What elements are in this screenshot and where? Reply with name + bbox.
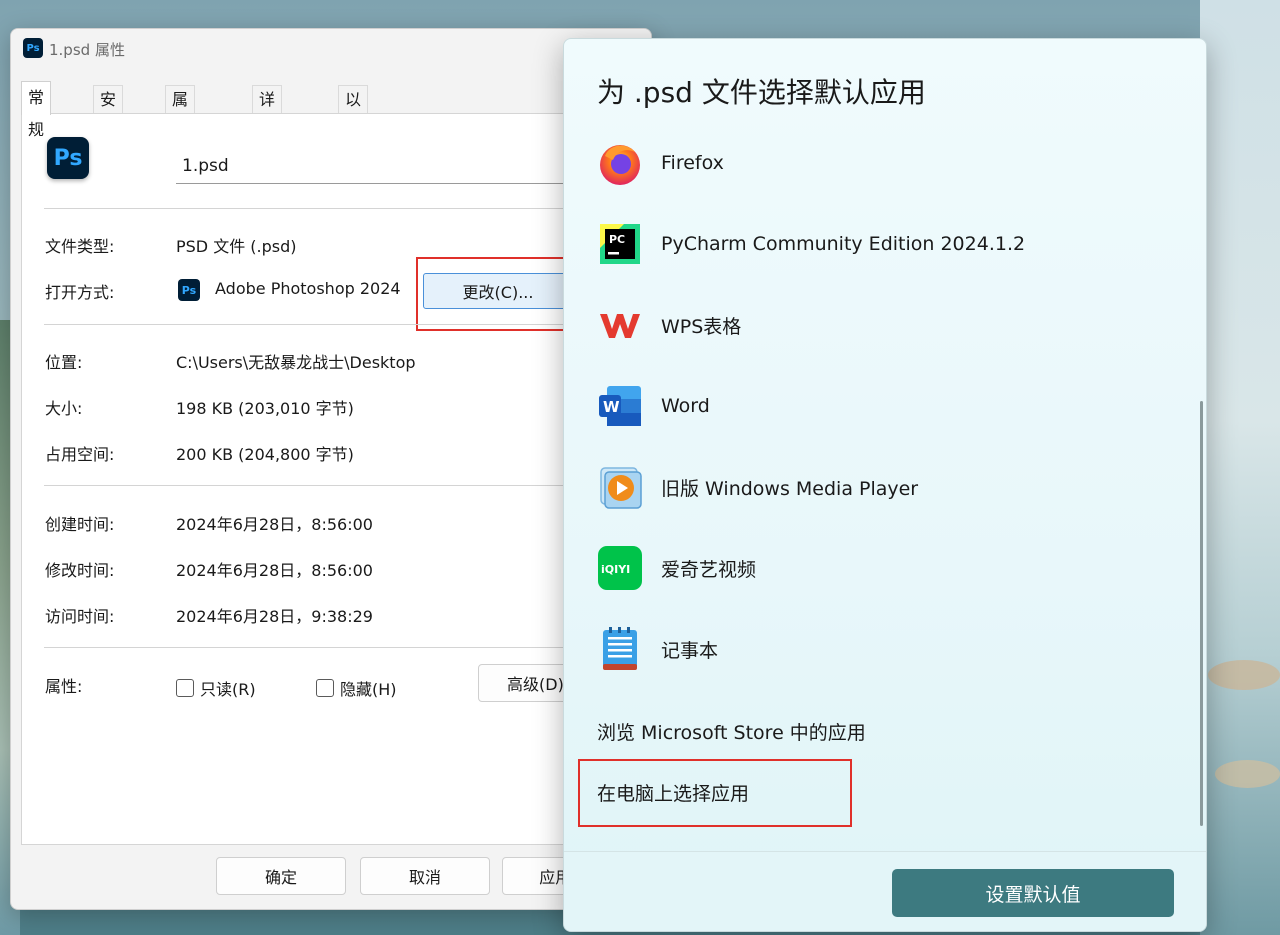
set-default-button[interactable]: 设置默认值 bbox=[892, 869, 1174, 917]
disk-size-value: 200 KB (204,800 字节) bbox=[176, 445, 354, 464]
window-title: 1.psd 属性 bbox=[49, 41, 125, 59]
open-with-dialog: 为 .psd 文件选择默认应用 Firefox PC PyCharm Commu… bbox=[563, 38, 1207, 932]
general-panel bbox=[21, 113, 651, 845]
app-item-firefox[interactable]: Firefox bbox=[597, 138, 1157, 188]
tab-previous-versions[interactable]: 以前的版本 bbox=[338, 85, 369, 221]
tab-general[interactable]: 常规 bbox=[21, 81, 52, 139]
properties-window: Ps 1.psd 属性 常规 安全 属性修改 详细信息 以前的版本 Ps 文件类… bbox=[10, 28, 652, 910]
hidden-checkbox[interactable]: 隐藏(H) bbox=[316, 676, 397, 700]
file-type-value: PSD 文件 (.psd) bbox=[176, 237, 297, 256]
tab-details[interactable]: 详细信息 bbox=[252, 85, 283, 193]
desktop-scenery bbox=[1215, 760, 1280, 788]
app-name: Word bbox=[661, 395, 710, 417]
wps-icon bbox=[597, 302, 643, 348]
readonly-label: 只读(R) bbox=[200, 680, 256, 699]
highlight-box bbox=[416, 257, 566, 331]
title-bar[interactable]: Ps 1.psd 属性 bbox=[11, 29, 651, 69]
scrollbar[interactable] bbox=[1200, 401, 1203, 826]
photoshop-file-icon: Ps bbox=[47, 137, 89, 179]
readonly-checkbox[interactable]: 只读(R) bbox=[176, 676, 256, 700]
app-item-notepad[interactable]: 记事本 bbox=[597, 624, 1157, 674]
app-name: 旧版 Windows Media Player bbox=[661, 477, 919, 500]
iqiyi-icon: iQIYI bbox=[597, 545, 643, 591]
divider bbox=[44, 647, 651, 648]
tab-attribute-modify[interactable]: 属性修改 bbox=[165, 85, 196, 193]
attributes-label: 属性: bbox=[45, 677, 83, 696]
highlight-box bbox=[578, 759, 852, 827]
tab-security[interactable]: 安全 bbox=[93, 85, 124, 137]
app-name: 爱奇艺视频 bbox=[661, 558, 757, 581]
size-value: 198 KB (203,010 字节) bbox=[176, 399, 354, 418]
word-icon: W bbox=[597, 383, 643, 429]
divider bbox=[44, 485, 651, 486]
location-value: C:\Users\无敌暴龙战士\Desktop bbox=[176, 353, 416, 372]
app-item-wps[interactable]: WPS表格 bbox=[597, 300, 1157, 350]
open-with-label: 打开方式: bbox=[45, 283, 115, 302]
modified-label: 修改时间: bbox=[45, 561, 115, 580]
app-item-media-player[interactable]: 旧版 Windows Media Player bbox=[597, 462, 1157, 512]
accessed-value: 2024年6月28日，9:38:29 bbox=[176, 607, 373, 626]
word-icon-text: W bbox=[603, 398, 620, 416]
app-name: Firefox bbox=[661, 152, 724, 174]
media-player-icon bbox=[597, 464, 643, 510]
created-value: 2024年6月28日，8:56:00 bbox=[176, 515, 373, 534]
hidden-label: 隐藏(H) bbox=[340, 680, 397, 699]
divider bbox=[44, 208, 651, 209]
size-label: 大小: bbox=[45, 399, 83, 418]
location-label: 位置: bbox=[45, 353, 83, 372]
dialog-title: 为 .psd 文件选择默认应用 bbox=[597, 76, 926, 109]
checkbox-box[interactable] bbox=[316, 679, 334, 697]
accessed-label: 访问时间: bbox=[45, 607, 115, 626]
ok-button[interactable]: 确定 bbox=[216, 857, 346, 895]
desktop-background bbox=[1200, 0, 1280, 935]
disk-size-label: 占用空间: bbox=[45, 445, 115, 464]
firefox-icon bbox=[597, 140, 643, 186]
app-item-pycharm[interactable]: PC PyCharm Community Edition 2024.1.2 bbox=[597, 219, 1157, 269]
app-name: PyCharm Community Edition 2024.1.2 bbox=[661, 233, 1026, 255]
created-label: 创建时间: bbox=[45, 515, 115, 534]
pycharm-icon: PC bbox=[597, 221, 643, 267]
checkbox-box[interactable] bbox=[176, 679, 194, 697]
app-name: WPS表格 bbox=[661, 315, 742, 338]
modified-value: 2024年6月28日，8:56:00 bbox=[176, 561, 373, 580]
browse-store-link[interactable]: 浏览 Microsoft Store 中的应用 bbox=[597, 718, 866, 745]
divider bbox=[44, 324, 651, 325]
iqiyi-icon-text: iQIYI bbox=[601, 563, 630, 576]
app-item-word[interactable]: W Word bbox=[597, 381, 1157, 431]
desktop-scenery bbox=[1208, 660, 1280, 690]
photoshop-icon: Ps bbox=[178, 279, 200, 301]
cancel-button[interactable]: 取消 bbox=[360, 857, 490, 895]
app-name: 记事本 bbox=[661, 639, 719, 662]
pycharm-icon-text: PC bbox=[609, 233, 625, 246]
notepad-icon bbox=[597, 626, 643, 672]
open-with-value: Adobe Photoshop 2024 bbox=[215, 279, 401, 298]
file-type-label: 文件类型: bbox=[45, 237, 115, 256]
photoshop-icon: Ps bbox=[23, 38, 43, 58]
app-item-iqiyi[interactable]: iQIYI 爱奇艺视频 bbox=[597, 543, 1157, 593]
